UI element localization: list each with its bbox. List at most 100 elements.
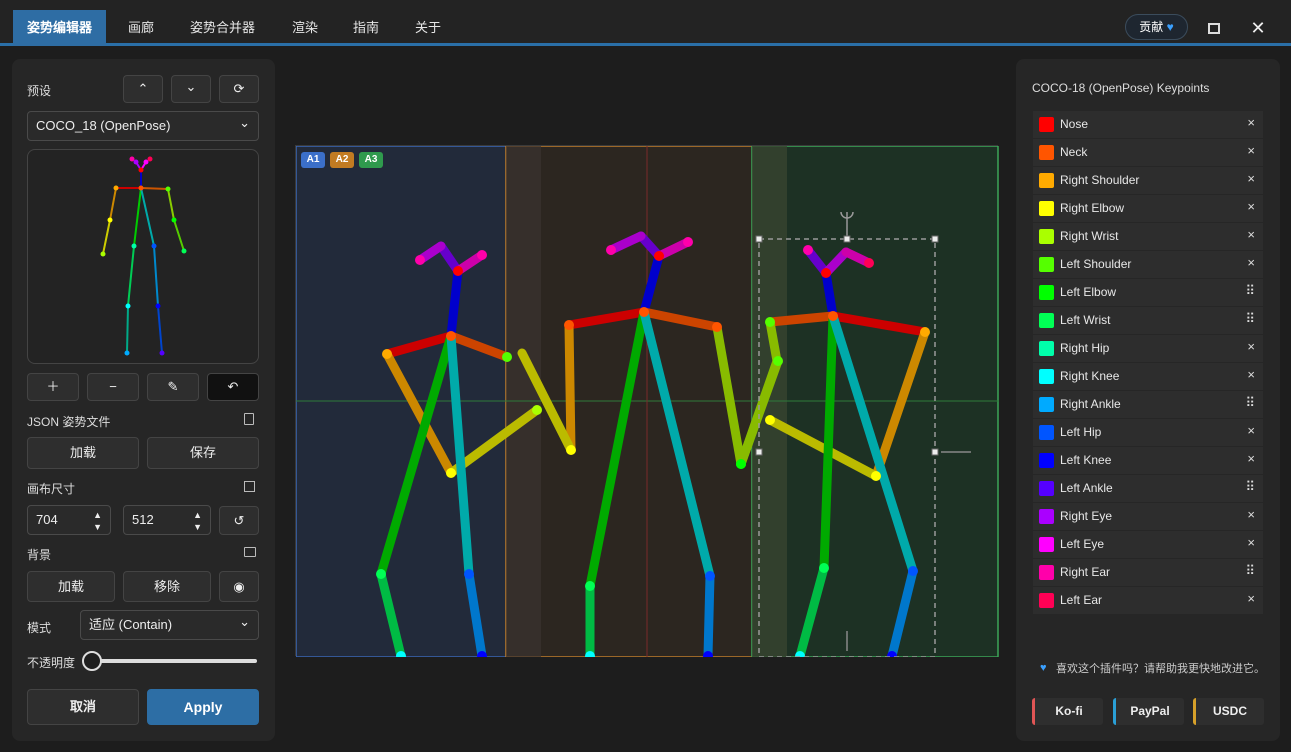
preset-refresh-button[interactable]: ⟳ — [219, 75, 259, 103]
keypoint-name: Left Eye — [1060, 537, 1105, 551]
drag-handle-icon[interactable]: ⠿ — [1245, 563, 1255, 579]
remove-keypoint-icon[interactable]: × — [1247, 227, 1255, 242]
support-text: 喜欢这个插件吗？请帮助我更快地改进它。 — [1056, 663, 1265, 675]
drag-handle-icon[interactable]: ⠿ — [1245, 479, 1255, 495]
remove-background-button[interactable]: 移除 — [123, 571, 211, 602]
keypoint-color-swatch — [1039, 341, 1054, 356]
keypoint-row[interactable]: Left Wrist ⠿ — [1033, 307, 1263, 334]
tab-render[interactable]: 渲染 — [278, 10, 332, 46]
donate-label: 贡献 — [1139, 20, 1164, 34]
donate-button[interactable]: 贡献 ♥ — [1125, 14, 1188, 40]
remove-keypoint-icon[interactable]: × — [1247, 115, 1255, 130]
remove-keypoint-icon[interactable]: × — [1247, 507, 1255, 522]
keypoint-row[interactable]: Nose × — [1033, 111, 1263, 138]
keypoint-row[interactable]: Left Hip × — [1033, 419, 1263, 446]
keypoint-row[interactable]: Left Shoulder × — [1033, 251, 1263, 278]
keypoint-name: Right Wrist — [1060, 229, 1119, 243]
keypoint-row[interactable]: Right Knee × — [1033, 363, 1263, 390]
remove-keypoint-icon[interactable]: × — [1247, 591, 1255, 606]
keypoint-color-swatch — [1039, 285, 1054, 300]
keypoint-color-swatch — [1039, 257, 1054, 272]
keypoint-row[interactable]: Right Elbow × — [1033, 195, 1263, 222]
keypoint-row[interactable]: Left Knee × — [1033, 447, 1263, 474]
canvas-size-icon — [244, 481, 255, 492]
cancel-button[interactable]: 取消 — [27, 689, 139, 725]
keypoint-color-swatch — [1039, 565, 1054, 580]
keypoint-row[interactable]: Left Elbow ⠿ — [1033, 279, 1263, 306]
keypoint-color-swatch — [1039, 481, 1054, 496]
area-badge-a2[interactable]: A2 — [330, 152, 354, 168]
keypoint-row[interactable]: Right Wrist × — [1033, 223, 1263, 250]
save-json-button[interactable]: 保存 — [147, 437, 259, 469]
paypal-button[interactable]: PayPal — [1113, 698, 1184, 725]
remove-keypoint-icon[interactable]: × — [1247, 171, 1255, 186]
keypoint-row[interactable]: Right Ear ⠿ — [1033, 559, 1263, 586]
mode-select[interactable]: 适应 (Contain) ⌄ — [80, 610, 259, 640]
remove-keypoint-icon[interactable]: × — [1247, 367, 1255, 382]
preset-up-button[interactable]: ⌃ — [123, 75, 163, 103]
tab-guide[interactable]: 指南 — [339, 10, 393, 46]
keypoint-row[interactable]: Right Shoulder × — [1033, 167, 1263, 194]
preset-preview — [27, 149, 259, 364]
remove-pose-button[interactable]: − — [87, 373, 139, 401]
load-json-button[interactable]: 加载 — [27, 437, 139, 469]
remove-keypoint-icon[interactable]: × — [1247, 255, 1255, 270]
drag-handle-icon[interactable]: ⠿ — [1245, 311, 1255, 327]
opacity-slider[interactable] — [85, 659, 257, 663]
canvas-width-input[interactable]: 704 ▲ ▼ — [27, 505, 111, 535]
keypoint-color-swatch — [1039, 509, 1054, 524]
add-pose-button[interactable]: ＋ — [27, 373, 79, 401]
area-badge-a3[interactable]: A3 — [359, 152, 383, 168]
remove-keypoint-icon[interactable]: × — [1247, 143, 1255, 158]
undo-icon: ↶ — [227, 379, 239, 394]
tab-gallery[interactable]: 画廊 — [114, 10, 168, 46]
chevron-down-icon: ⌄ — [239, 614, 250, 629]
opacity-slider-thumb[interactable] — [82, 651, 102, 671]
file-icon — [244, 413, 254, 425]
keypoint-row[interactable]: Neck × — [1033, 139, 1263, 166]
tab-about[interactable]: 关于 — [401, 10, 455, 46]
drag-handle-icon[interactable]: ⠿ — [1245, 283, 1255, 299]
drag-handle-icon[interactable]: ⠿ — [1245, 395, 1255, 411]
pose-canvas[interactable]: A1 A2 A3 — [295, 145, 999, 657]
keypoint-row[interactable]: Right Eye × — [1033, 503, 1263, 530]
canvas-height-input[interactable]: 512 ▲ ▼ — [123, 505, 211, 535]
maximize-button[interactable] — [1200, 14, 1228, 42]
keypoint-row[interactable]: Right Ankle ⠿ — [1033, 391, 1263, 418]
plus-icon: ＋ — [46, 379, 60, 394]
opacity-label: 不透明度 — [27, 656, 76, 670]
keypoint-name: Left Elbow — [1060, 285, 1117, 299]
keypoint-row[interactable]: Left Eye × — [1033, 531, 1263, 558]
apply-button[interactable]: Apply — [147, 689, 259, 725]
remove-keypoint-icon[interactable]: × — [1247, 199, 1255, 214]
area-badge-a1[interactable]: A1 — [301, 152, 325, 168]
keypoint-row[interactable]: Left Ankle ⠿ — [1033, 475, 1263, 502]
keypoint-color-swatch — [1039, 173, 1054, 188]
remove-keypoint-icon[interactable]: × — [1247, 535, 1255, 550]
toggle-visibility-button[interactable]: ◉ — [219, 571, 259, 602]
pencil-icon: ✎ — [167, 379, 179, 394]
close-button[interactable]: ✕ — [1244, 14, 1272, 42]
preset-select[interactable]: COCO_18 (OpenPose) ⌄ — [27, 111, 259, 141]
keypoint-row[interactable]: Left Ear × — [1033, 587, 1263, 614]
keypoints-title: COCO-18 (OpenPose) Keypoints — [1032, 81, 1210, 95]
keypoint-color-swatch — [1039, 453, 1054, 468]
remove-keypoint-icon[interactable]: × — [1247, 451, 1255, 466]
keypoint-row[interactable]: Right Hip × — [1033, 335, 1263, 362]
canvas-size-label: 画布尺寸 — [27, 482, 76, 496]
reset-size-button[interactable]: ↺ — [219, 506, 259, 535]
pose-canvas-svg[interactable] — [296, 146, 999, 657]
keypoint-name: Right Eye — [1060, 509, 1113, 523]
tab-pose-merger[interactable]: 姿势合并器 — [176, 10, 269, 46]
load-background-button[interactable]: 加载 — [27, 571, 115, 602]
eye-icon: ◉ — [233, 579, 245, 594]
chevron-down-icon: ⌄ — [185, 79, 197, 94]
remove-keypoint-icon[interactable]: × — [1247, 339, 1255, 354]
remove-keypoint-icon[interactable]: × — [1247, 423, 1255, 438]
tab-pose-editor[interactable]: 姿势编辑器 — [13, 10, 107, 46]
preset-down-button[interactable]: ⌄ — [171, 75, 211, 103]
usdc-button[interactable]: USDC — [1193, 698, 1264, 725]
edit-pose-button[interactable]: ✎ — [147, 373, 199, 401]
undo-button[interactable]: ↶ — [207, 373, 259, 401]
kofi-button[interactable]: Ko-fi — [1032, 698, 1103, 725]
